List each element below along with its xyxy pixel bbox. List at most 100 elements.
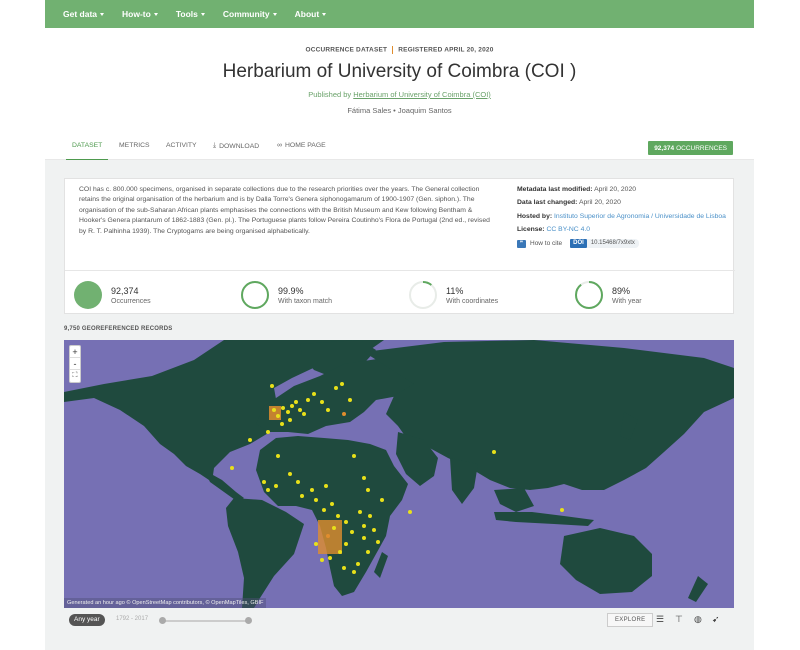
nav-label: Get data [63, 9, 98, 19]
data-changed: Data last changed: April 20, 2020 [517, 198, 727, 208]
stat-taxon-match[interactable]: 99.9% With taxon match [240, 279, 332, 311]
nav-community[interactable]: Community [223, 9, 277, 19]
nav-label: Community [222, 9, 270, 19]
tab-label: HOME PAGE [285, 142, 326, 149]
explore-button[interactable]: EXPLORE [607, 613, 654, 627]
tab-download[interactable]: ⤓ DOWNLOAD [213, 142, 259, 150]
dataset-type: OCCURRENCE DATASET [305, 46, 388, 54]
tab-home-page[interactable]: ∞ HOME PAGE [277, 142, 326, 149]
license: License: CC BY-NC 4.0 [517, 225, 727, 235]
year-range-label: 1792 - 2017 [116, 616, 149, 622]
stat-year[interactable]: 89% With year [574, 279, 642, 311]
world-map [64, 340, 734, 608]
separator [392, 46, 394, 54]
contact-people: Fátima Sales • Joaquim Santos [347, 106, 452, 115]
zoom-in-button[interactable]: + [70, 346, 80, 358]
tab-activity[interactable]: ACTIVITY [166, 142, 197, 149]
nav-about[interactable]: About [295, 9, 327, 19]
download-icon: ⤓ [213, 142, 217, 149]
stat-label: Occurrences [111, 297, 151, 305]
doi-badge: DOI [570, 239, 587, 249]
metadata-modified-label: Metadata last modified: [517, 186, 593, 193]
nav-label: Tools [175, 9, 198, 19]
progress-ring-icon [409, 281, 437, 309]
chevron-down-icon [100, 12, 105, 16]
any-year-button[interactable]: Any year [69, 614, 105, 626]
occurrences-badge[interactable]: 92,374 OCCURRENCES [648, 141, 733, 155]
stat-value: 11% [446, 285, 464, 296]
nav-label: About [294, 9, 320, 19]
chevron-down-icon [322, 12, 327, 16]
stat-label: With year [612, 297, 642, 305]
zoom-out-button[interactable]: - [70, 358, 80, 370]
chevron-down-icon [153, 12, 158, 16]
progress-ring-icon [575, 281, 603, 309]
progress-ring-icon [241, 281, 269, 309]
license-link[interactable]: CC BY-NC 4.0 [546, 226, 590, 233]
map-attribution: Generated an hour ago © OpenStreetMap co… [64, 598, 267, 608]
chevron-down-icon [272, 12, 277, 16]
filter-sliders-icon[interactable]: ☰ [656, 614, 664, 625]
dataset-description: COI has c. 800.000 specimens, organised … [79, 186, 490, 235]
how-to-cite-link[interactable]: How to cite [530, 239, 562, 249]
nav-tools[interactable]: Tools [176, 9, 205, 19]
published-prefix: Published by [308, 90, 354, 99]
stat-occurrences[interactable]: 92,374 Occurrences [73, 279, 151, 311]
hosted-by-label: Hosted by: [517, 212, 553, 220]
divider [65, 270, 735, 271]
paint-roller-icon[interactable]: ⊤ [675, 614, 683, 625]
stat-text: 99.9% With taxon match [278, 286, 332, 305]
data-changed-label: Data last changed: [517, 199, 578, 207]
publisher-link[interactable]: Herbarium of University of Coimbra (COI) [353, 90, 491, 99]
pointer-icon[interactable]: ➹ [712, 614, 720, 625]
stat-text: 92,374 Occurrences [111, 286, 151, 305]
stat-text: 89% With year [612, 286, 642, 305]
page-title: Herbarium of University of Coimbra (COI … [222, 61, 577, 82]
page: Get data How-to Tools Community About OC… [0, 0, 800, 650]
top-navbar: Get data How-to Tools Community About [45, 0, 754, 28]
fullscreen-button[interactable]: ⛶ [70, 370, 80, 382]
publisher-line: Published by Herbarium of University of … [45, 90, 754, 99]
dataset-header: OCCURRENCE DATASET REGISTERED APRIL 20, 2… [45, 28, 754, 161]
quote-icon: ❞ [517, 239, 526, 248]
tab-dataset[interactable]: DATASET [65, 142, 109, 161]
slider-handle-end[interactable] [245, 617, 252, 624]
year-slider[interactable] [159, 617, 252, 624]
stat-coordinates[interactable]: 11% With coordinates [408, 279, 498, 311]
license-label: License: [517, 226, 545, 234]
stat-label: With taxon match [278, 297, 333, 305]
georeferenced-count: 9,750 GEOREFERENCED RECORDS [64, 326, 173, 332]
data-changed-value: April 20, 2020 [578, 199, 621, 207]
link-icon: ∞ [277, 142, 282, 149]
stat-label: With coordinates [446, 297, 499, 305]
tab-label: ACTIVITY [166, 142, 197, 149]
tab-metrics[interactable]: METRICS [119, 142, 150, 149]
tab-label: DOWNLOAD [219, 142, 260, 150]
dataset-summary-card: COI has c. 800.000 specimens, organised … [64, 178, 735, 314]
occurrence-count: 92,374 [654, 144, 675, 152]
map-zoom-controls: + - ⛶ [69, 345, 81, 383]
map-controls: Any year 1792 - 2017 EXPLORE ☰ ⊤ ◍ ➹ [64, 612, 734, 630]
slider-handle-start[interactable] [159, 617, 166, 624]
metadata-modified: Metadata last modified: April 20, 2020 [517, 185, 727, 195]
occurrence-label: OCCURRENCES [676, 144, 727, 152]
doi-link[interactable]: 10.15468/7x9xtx [586, 239, 639, 249]
nav-get-data[interactable]: Get data [63, 9, 105, 19]
filled-circle-icon [74, 281, 102, 309]
stat-value: 99.9% [278, 285, 304, 296]
registered-date: REGISTERED APRIL 20, 2020 [398, 46, 494, 54]
dataset-metadata: Metadata last modified: April 20, 2020 D… [517, 185, 727, 249]
dataset-meta-line: OCCURRENCE DATASET REGISTERED APRIL 20, 2… [45, 46, 754, 54]
stat-value: 89% [612, 285, 631, 296]
host-link[interactable]: Instituto Superior de Agronomia / Univer… [554, 213, 726, 220]
stat-text: 11% With coordinates [446, 286, 498, 305]
metadata-modified-value: April 20, 2020 [594, 186, 637, 193]
globe-icon[interactable]: ◍ [694, 614, 702, 625]
nav-how-to[interactable]: How-to [122, 9, 158, 19]
citation-row: ❞ How to cite DOI 10.15468/7x9xtx [517, 239, 727, 249]
nav-label: How-to [122, 9, 151, 19]
stat-value: 92,374 [111, 285, 139, 296]
chevron-down-icon [200, 12, 205, 16]
hosted-by: Hosted by: Instituto Superior de Agronom… [517, 212, 727, 222]
occurrence-map[interactable]: + - ⛶ Generated an hour ago © OpenStreet… [64, 340, 734, 608]
